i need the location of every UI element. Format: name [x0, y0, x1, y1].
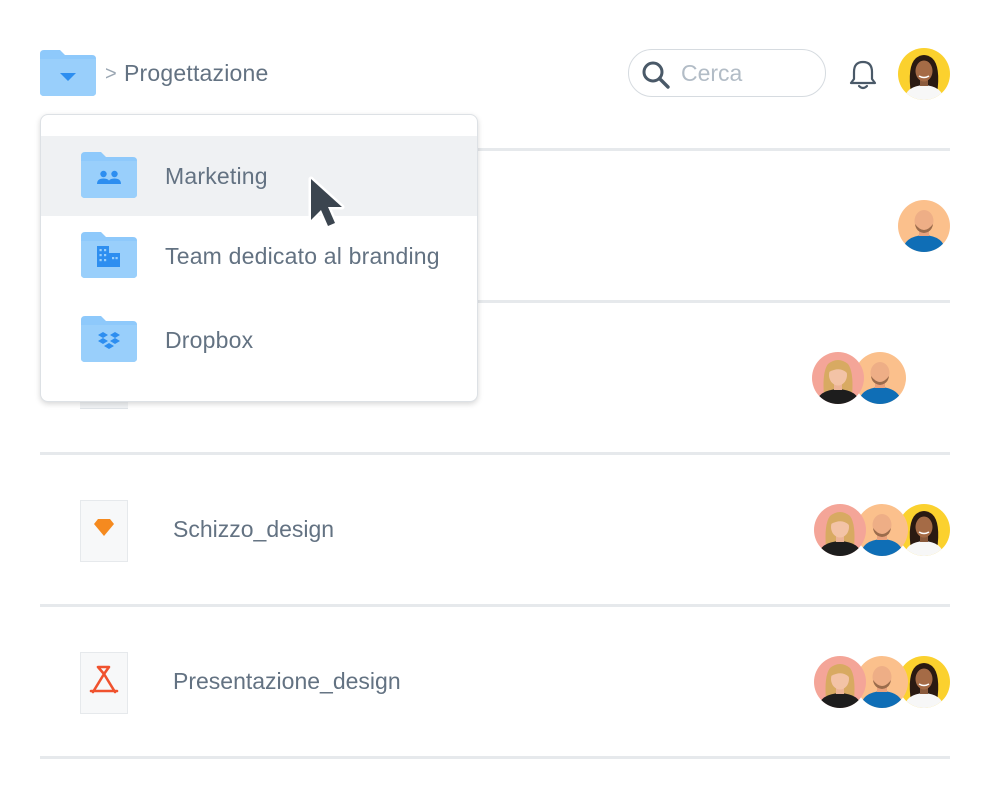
- shared-team-folder-icon: [81, 152, 137, 198]
- top-bar: > Progettazione: [0, 0, 990, 120]
- collaborators: [814, 656, 950, 708]
- breadcrumb-separator: >: [105, 63, 117, 85]
- file-row[interactable]: Schizzo_design: [40, 470, 950, 590]
- menu-item-label: Team dedicato al branding: [165, 243, 440, 269]
- search-box[interactable]: [628, 49, 826, 97]
- menu-item-marketing[interactable]: Marketing: [41, 136, 477, 216]
- company-folder-icon: [81, 232, 137, 278]
- menu-item-branding-team[interactable]: Team dedicato al branding: [41, 216, 477, 296]
- collaborators: [898, 200, 950, 252]
- row-divider: [40, 604, 950, 607]
- collaborators: [812, 352, 906, 404]
- avatar[interactable]: [812, 352, 864, 404]
- file-name[interactable]: Schizzo_design: [173, 516, 334, 543]
- file-name[interactable]: Presentazione_design: [173, 668, 401, 695]
- dropbox-folder-icon: [81, 316, 137, 362]
- menu-item-label: Marketing: [165, 163, 268, 189]
- avatar[interactable]: [814, 656, 866, 708]
- sketch-file-icon: [80, 500, 128, 562]
- file-row[interactable]: Presentazione_design: [40, 622, 950, 742]
- breadcrumb-current-folder[interactable]: Progettazione: [124, 60, 269, 87]
- menu-item-label: Dropbox: [165, 327, 254, 353]
- avatar[interactable]: [898, 200, 950, 252]
- row-divider: [40, 756, 950, 759]
- search-input[interactable]: [681, 58, 815, 88]
- row-divider: [40, 452, 950, 455]
- collaborators: [814, 504, 950, 556]
- avatar[interactable]: [814, 504, 866, 556]
- breadcrumb-folder-menu: Marketing Team dedicato al branding Drop…: [40, 114, 478, 402]
- notification-bell-icon[interactable]: [846, 58, 880, 92]
- user-avatar[interactable]: [898, 48, 950, 100]
- folder-icon[interactable]: [40, 50, 96, 96]
- pdf-file-icon: [80, 652, 128, 714]
- menu-item-dropbox[interactable]: Dropbox: [41, 300, 477, 380]
- search-icon: [642, 61, 670, 89]
